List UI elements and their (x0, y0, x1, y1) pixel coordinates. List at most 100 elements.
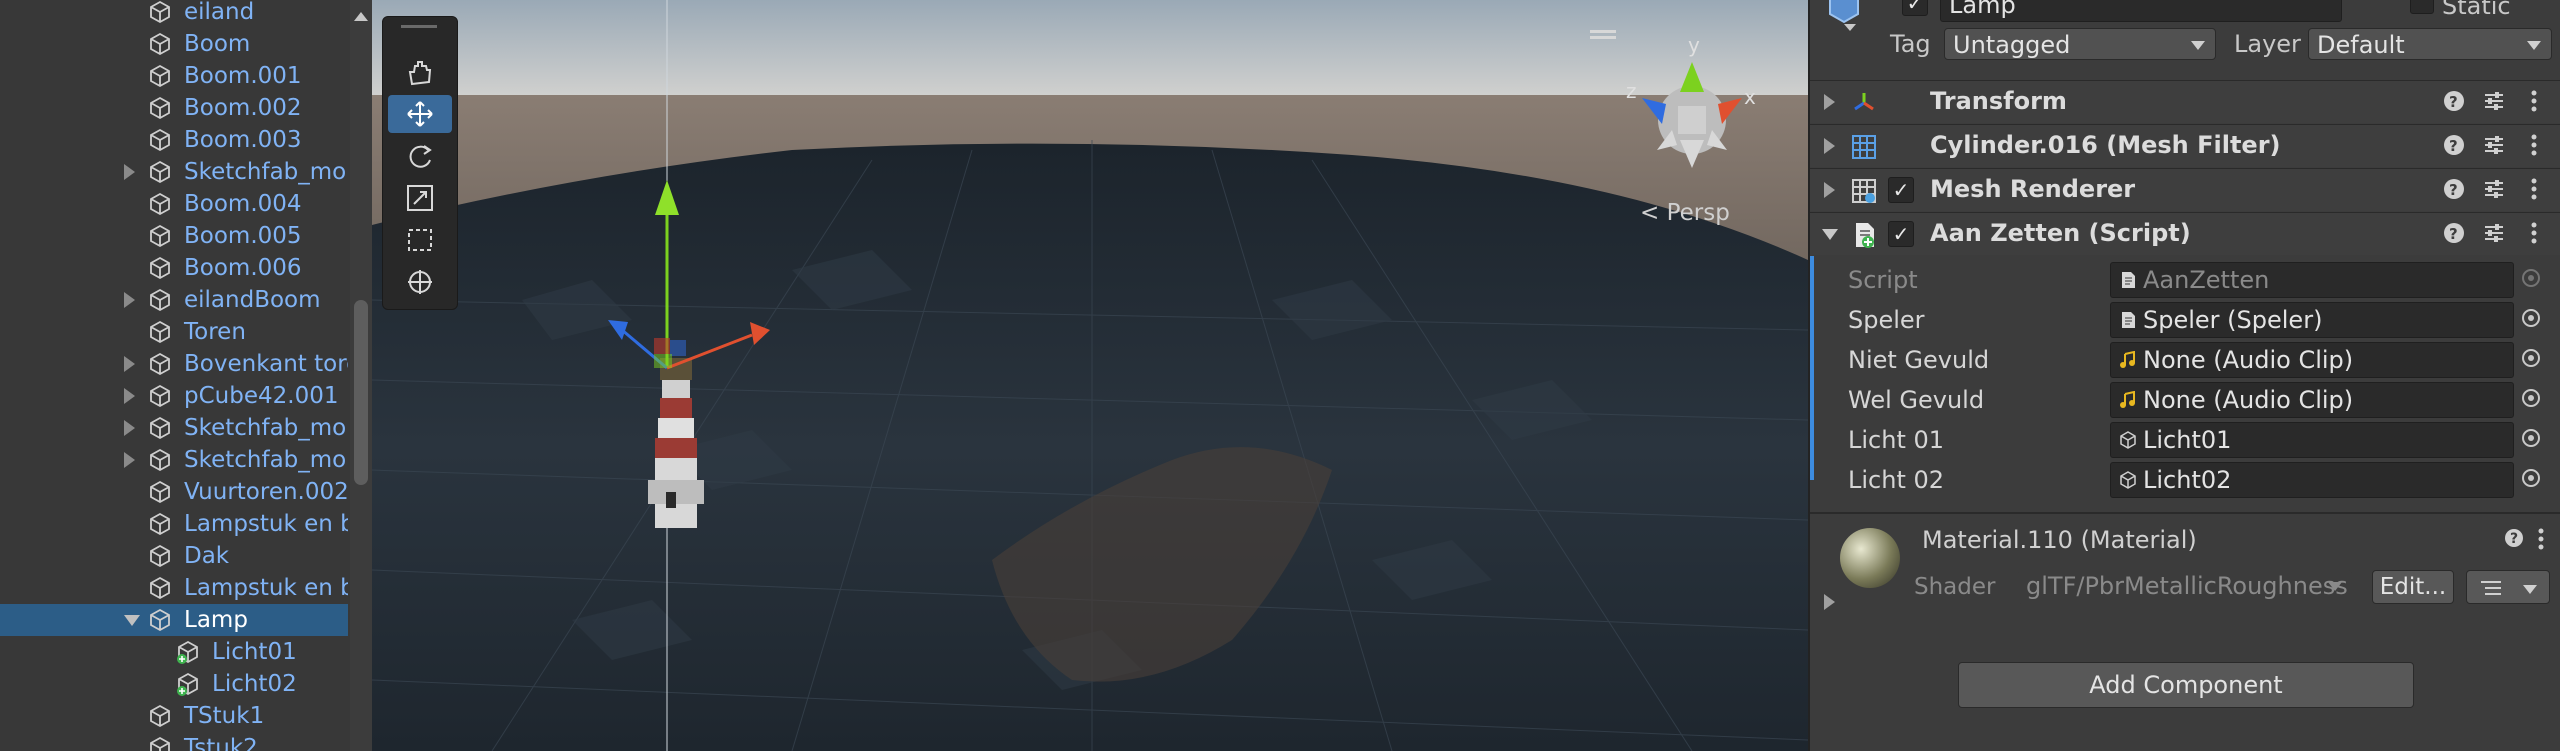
svg-text:?: ? (2449, 181, 2458, 199)
hierarchy-item[interactable]: Bovenkant tore (0, 348, 348, 380)
hierarchy-item[interactable]: Boom.006 (0, 252, 348, 284)
object-picker-icon[interactable] (2522, 429, 2540, 447)
drag-handle[interactable] (401, 25, 437, 28)
rect-tool[interactable] (388, 221, 452, 259)
material-preview-sphere[interactable] (1840, 528, 1900, 588)
layer-dropdown[interactable]: Default (2308, 28, 2552, 60)
rotate-icon (409, 145, 432, 168)
help-icon[interactable]: ? (2442, 177, 2466, 201)
hierarchy-item[interactable]: Sketchfab_mo (0, 156, 348, 188)
object-field[interactable]: Licht02 (2110, 462, 2514, 498)
object-picker-icon[interactable] (2522, 269, 2540, 287)
hierarchy-item[interactable]: Sketchfab_mo (0, 412, 348, 444)
expand-arrow-icon[interactable] (124, 356, 135, 372)
object-field[interactable]: Licht01 (2110, 422, 2514, 458)
hierarchy-item[interactable]: Lamp (0, 604, 348, 636)
object-picker-icon[interactable] (2522, 389, 2540, 407)
help-icon[interactable]: ? (2504, 528, 2524, 548)
hierarchy-item[interactable]: Vuurtoren.002 (0, 476, 348, 508)
object-field[interactable]: Speler (Speler) (2110, 302, 2514, 338)
expand-arrow-icon[interactable] (124, 164, 135, 180)
overlay-menu-icon[interactable] (1590, 30, 1616, 33)
hierarchy-item[interactable]: Toren (0, 316, 348, 348)
component-enabled-checkbox[interactable]: ✓ (1888, 221, 1914, 247)
preset-icon[interactable] (2482, 89, 2506, 113)
kebab-menu-icon[interactable] (2522, 221, 2546, 245)
transform-tool[interactable] (388, 263, 452, 301)
component-header[interactable]: ✓ Aan Zetten (Script)? (1810, 212, 2560, 255)
scrollbar-thumb[interactable] (354, 300, 368, 485)
hierarchy-item[interactable]: Boom.002 (0, 92, 348, 124)
component-header[interactable]: Transform? (1810, 80, 2560, 123)
component-header[interactable]: ✓ Mesh Renderer? (1810, 168, 2560, 211)
collapse-arrow-icon[interactable] (1822, 229, 1838, 240)
preset-icon[interactable] (2482, 133, 2506, 157)
hierarchy-item[interactable]: Licht01 (0, 636, 348, 668)
expand-arrow-icon[interactable] (124, 452, 135, 468)
scale-icon (407, 185, 433, 211)
hierarchy-item[interactable]: Boom.005 (0, 220, 348, 252)
add-component-button[interactable]: Add Component (1958, 662, 2414, 708)
hierarchy-item[interactable]: Boom.003 (0, 124, 348, 156)
component-header[interactable]: Cylinder.016 (Mesh Filter)? (1810, 124, 2560, 167)
scroll-up-icon[interactable] (354, 12, 368, 21)
hierarchy-item[interactable]: Sketchfab_mo (0, 444, 348, 476)
shader-edit-button[interactable]: Edit... (2372, 570, 2454, 604)
tag-dropdown[interactable]: Untagged (1944, 28, 2216, 60)
scene-view[interactable]: y x z < Persp (372, 0, 1808, 751)
hierarchy-item[interactable]: Boom.001 (0, 60, 348, 92)
hierarchy-item-label: Bovenkant tore (184, 351, 348, 377)
hierarchy-item[interactable]: Tstuk2 (0, 732, 348, 751)
kebab-menu-icon[interactable] (2522, 177, 2546, 201)
hierarchy-item[interactable]: eiland (0, 0, 348, 28)
material-expand-icon[interactable] (1824, 594, 1835, 610)
scale-tool[interactable] (388, 179, 452, 217)
expand-arrow-icon[interactable] (124, 292, 135, 308)
kebab-menu-icon[interactable] (2522, 133, 2546, 157)
help-icon[interactable]: ? (2442, 221, 2466, 245)
expand-arrow-icon[interactable] (124, 388, 135, 404)
hierarchy-item-label: eiland (184, 0, 255, 25)
hierarchy-item[interactable]: Boom.004 (0, 188, 348, 220)
object-field[interactable]: None (Audio Clip) (2110, 342, 2514, 378)
icon-dropdown-icon[interactable] (1844, 24, 1856, 31)
expand-arrow-icon[interactable] (124, 420, 135, 436)
object-name-field[interactable]: Lamp (1940, 0, 2342, 22)
object-picker-icon[interactable] (2522, 469, 2540, 487)
cube-icon (148, 384, 172, 408)
hierarchy-item[interactable]: TStuk1 (0, 700, 348, 732)
expand-arrow-icon[interactable] (1824, 138, 1835, 154)
expand-arrow-icon[interactable] (1824, 182, 1835, 198)
object-picker-icon[interactable] (2522, 349, 2540, 367)
hierarchy-item[interactable]: Lampstuk en b (0, 572, 348, 604)
kebab-menu-icon[interactable] (2536, 528, 2546, 550)
preset-icon[interactable] (2482, 177, 2506, 201)
help-icon[interactable]: ? (2442, 133, 2466, 157)
persp-label[interactable]: < Persp (1640, 200, 1730, 226)
object-picker-icon[interactable] (2522, 309, 2540, 327)
help-icon[interactable]: ? (2442, 89, 2466, 113)
rotate-tool[interactable] (388, 137, 452, 175)
shader-options-dropdown[interactable] (2466, 570, 2550, 604)
hierarchy-scrollbar[interactable] (350, 0, 372, 751)
scene-render[interactable]: y x z (372, 0, 1808, 751)
component-title: Mesh Renderer (1930, 175, 2136, 203)
move-tool[interactable] (388, 95, 452, 133)
hierarchy-item[interactable]: Lampstuk en b (0, 508, 348, 540)
hierarchy-item[interactable]: pCube42.001 (0, 380, 348, 412)
static-checkbox[interactable] (2410, 0, 2434, 14)
preset-icon[interactable] (2482, 221, 2506, 245)
hierarchy-item[interactable]: Dak (0, 540, 348, 572)
kebab-menu-icon[interactable] (2522, 89, 2546, 113)
active-checkbox[interactable]: ✓ (1902, 0, 1928, 16)
component-enabled-checkbox[interactable]: ✓ (1888, 177, 1914, 203)
hierarchy-item-label: Lampstuk en b (184, 511, 348, 537)
object-field[interactable]: None (Audio Clip) (2110, 382, 2514, 418)
hierarchy-item[interactable]: Licht02 (0, 668, 348, 700)
collapse-arrow-icon[interactable] (124, 615, 140, 626)
hand-tool[interactable] (388, 53, 452, 91)
hierarchy-item[interactable]: eilandBoom (0, 284, 348, 316)
hierarchy-item[interactable]: Boom (0, 28, 348, 60)
shader-dropdown[interactable]: glTF/PbrMetallicRoughness (2018, 570, 2352, 604)
expand-arrow-icon[interactable] (1824, 94, 1835, 110)
